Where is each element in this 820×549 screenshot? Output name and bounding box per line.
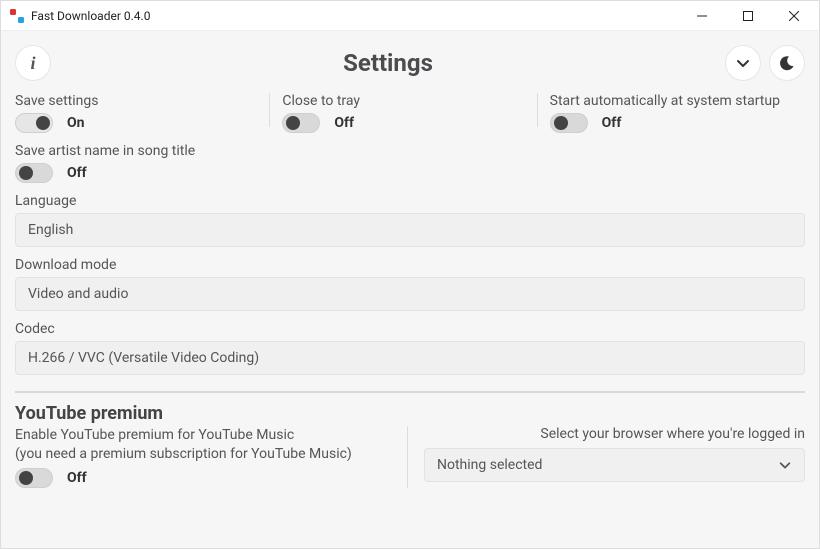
close-button[interactable] (771, 1, 817, 31)
save-artist-state: Off (67, 165, 87, 181)
youtube-section-title: YouTube premium (15, 403, 805, 424)
content-area: i Settings Save settings On (1, 31, 819, 548)
close-to-tray-toggle[interactable] (282, 113, 320, 133)
youtube-enable-field: Enable YouTube premium for YouTube Music… (15, 426, 408, 488)
info-button[interactable]: i (15, 45, 51, 81)
toggles-row-1: Save settings On Close to tray Off Start… (15, 93, 805, 133)
youtube-browser-value: Nothing selected (437, 457, 542, 473)
save-artist-label: Save artist name in song title (15, 143, 805, 159)
app-window: Fast Downloader 0.4.0 i Settings Save se… (0, 0, 820, 549)
moon-icon (779, 55, 795, 71)
youtube-browser-field: Select your browser where you're logged … (408, 426, 805, 488)
titlebar: Fast Downloader 0.4.0 (1, 1, 819, 31)
save-artist-field: Save artist name in song title Off (15, 143, 805, 183)
chevron-down-icon (778, 458, 792, 472)
autostart-label: Start automatically at system startup (550, 93, 793, 109)
language-select[interactable]: English (15, 213, 805, 247)
download-mode-label: Download mode (15, 257, 805, 273)
codec-field: Codec H.266 / VVC (Versatile Video Codin… (15, 321, 805, 375)
youtube-enable-line1: Enable YouTube premium for YouTube Music (15, 426, 396, 445)
language-field: Language English (15, 193, 805, 247)
codec-select[interactable]: H.266 / VVC (Versatile Video Coding) (15, 341, 805, 375)
page-title: Settings (51, 49, 725, 77)
download-mode-value: Video and audio (28, 286, 128, 302)
autostart-toggle[interactable] (550, 113, 588, 133)
close-to-tray-label: Close to tray (282, 93, 525, 109)
autostart-state: Off (602, 115, 622, 131)
language-label: Language (15, 193, 805, 209)
info-icon: i (30, 53, 35, 74)
save-settings-label: Save settings (15, 93, 258, 109)
youtube-browser-select[interactable]: Nothing selected (424, 448, 805, 482)
section-divider (15, 391, 805, 393)
chevron-down-icon (735, 55, 751, 71)
close-to-tray-field: Close to tray Off (270, 93, 537, 133)
language-value: English (28, 222, 73, 238)
codec-label: Codec (15, 321, 805, 337)
theme-button[interactable] (769, 45, 805, 81)
codec-value: H.266 / VVC (Versatile Video Coding) (28, 350, 259, 366)
download-mode-select[interactable]: Video and audio (15, 277, 805, 311)
youtube-premium-toggle[interactable] (15, 468, 53, 488)
window-title: Fast Downloader 0.4.0 (31, 9, 150, 23)
maximize-button[interactable] (725, 1, 771, 31)
save-settings-state: On (67, 115, 85, 131)
youtube-premium-state: Off (67, 470, 87, 486)
close-to-tray-state: Off (334, 115, 354, 131)
app-icon (9, 8, 25, 24)
youtube-browser-label: Select your browser where you're logged … (424, 426, 805, 442)
save-settings-toggle[interactable] (15, 113, 53, 133)
youtube-row: Enable YouTube premium for YouTube Music… (15, 426, 805, 488)
save-settings-field: Save settings On (15, 93, 270, 133)
save-artist-toggle[interactable] (15, 163, 53, 183)
header-row: i Settings (15, 41, 805, 85)
minimize-button[interactable] (679, 1, 725, 31)
download-mode-field: Download mode Video and audio (15, 257, 805, 311)
collapse-button[interactable] (725, 45, 761, 81)
autostart-field: Start automatically at system startup Of… (538, 93, 805, 133)
youtube-enable-line2: (you need a premium subscription for You… (15, 445, 396, 464)
